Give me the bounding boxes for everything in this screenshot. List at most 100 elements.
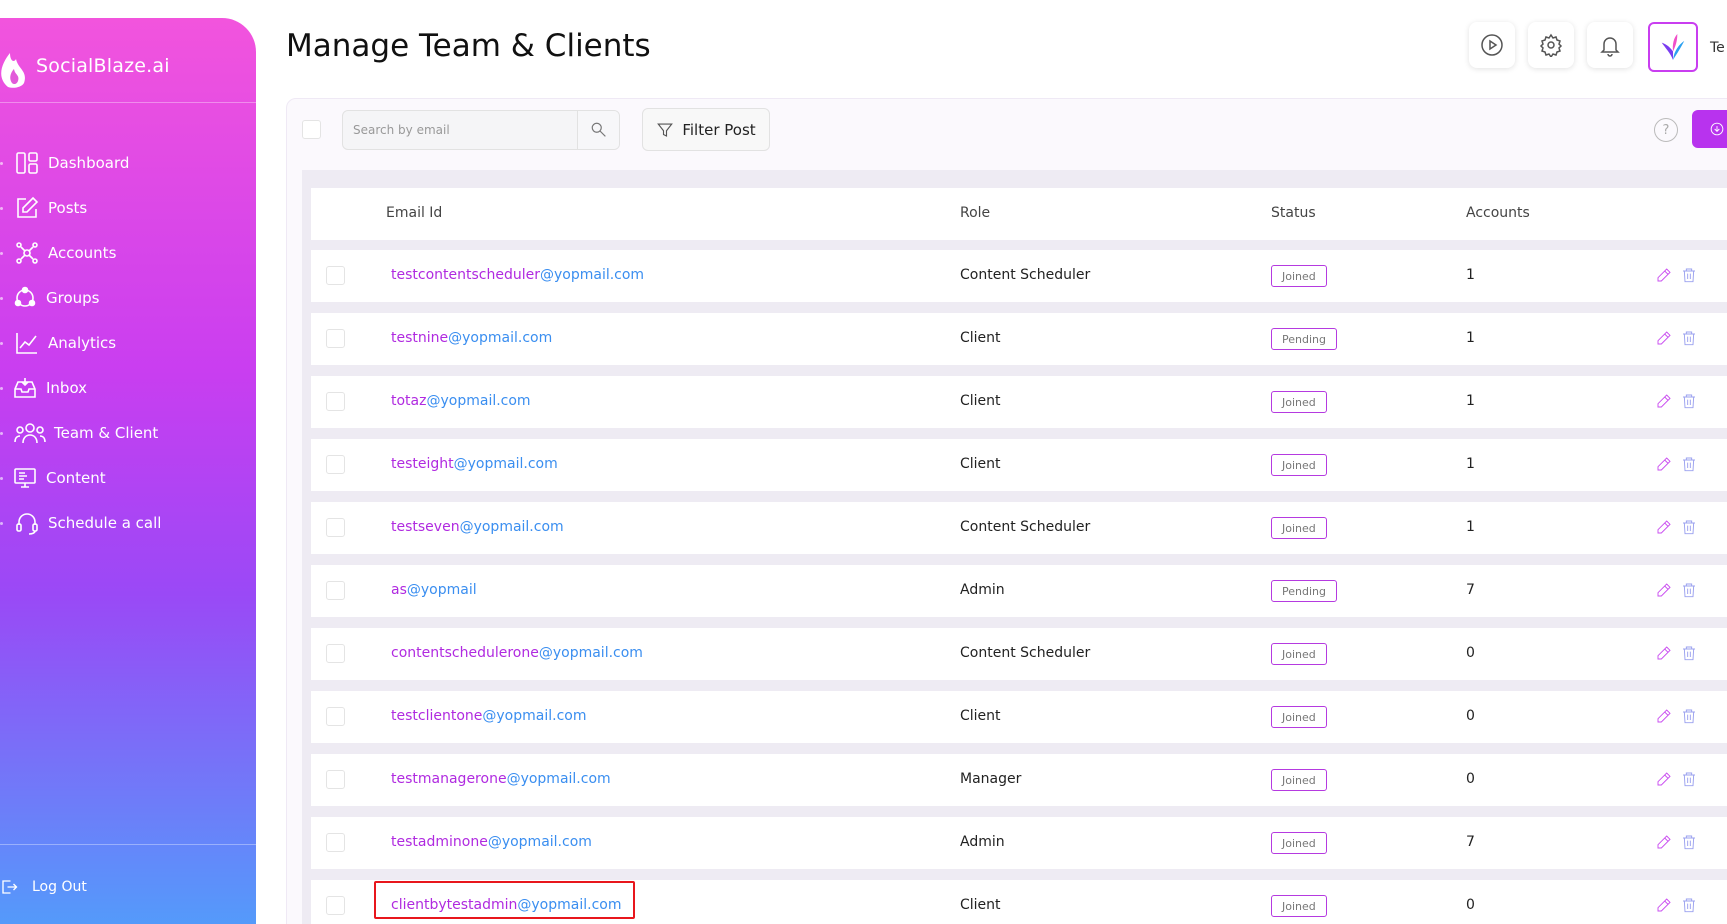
column-header-email[interactable]: Email Id — [386, 205, 442, 221]
accounts-count: 0 — [1466, 645, 1475, 661]
delete-button[interactable] — [1681, 645, 1699, 663]
help-icon[interactable]: ? — [1654, 118, 1678, 142]
delete-button[interactable] — [1681, 330, 1699, 348]
settings-button[interactable] — [1528, 22, 1574, 68]
sidebar-item-label: Posts — [48, 199, 88, 217]
table-row: testcontentscheduler@yopmail.com Content … — [311, 250, 1727, 302]
email-local-part: testnine — [391, 330, 449, 346]
status-badge: Joined — [1271, 895, 1327, 917]
edit-button[interactable] — [1656, 582, 1674, 600]
sidebar-item-groups[interactable]: Groups — [0, 283, 99, 313]
email-link[interactable]: contentschedulerone@yopmail.com — [391, 645, 643, 661]
edit-button[interactable] — [1656, 393, 1674, 411]
accounts-count: 7 — [1466, 834, 1475, 850]
delete-button[interactable] — [1681, 456, 1699, 474]
status-badge: Joined — [1271, 391, 1327, 413]
email-link[interactable]: testclientone@yopmail.com — [391, 708, 586, 724]
filter-post-button[interactable]: Filter Post — [642, 108, 770, 151]
row-checkbox[interactable] — [326, 581, 345, 600]
edit-button[interactable] — [1656, 330, 1674, 348]
email-link[interactable]: clientbytestadmin@yopmail.com — [391, 897, 621, 913]
role-cell: Content Scheduler — [960, 645, 1091, 661]
row-checkbox[interactable] — [326, 644, 345, 663]
edit-button[interactable] — [1656, 267, 1674, 285]
inbox-icon — [12, 375, 38, 401]
email-link[interactable]: testseven@yopmail.com — [391, 519, 564, 535]
delete-button[interactable] — [1681, 834, 1699, 852]
row-checkbox[interactable] — [326, 707, 345, 726]
sidebar-item-analytics[interactable]: Analytics — [0, 328, 116, 358]
brand-name: SocialBlaze.ai — [36, 55, 170, 77]
sidebar-item-content[interactable]: Content — [0, 463, 106, 493]
user-name[interactable]: Te — [1710, 40, 1725, 56]
search-icon — [591, 122, 606, 137]
edit-button[interactable] — [1656, 708, 1674, 726]
column-header-accounts[interactable]: Accounts — [1466, 205, 1530, 221]
row-checkbox[interactable] — [326, 392, 345, 411]
delete-button[interactable] — [1681, 393, 1699, 411]
logout-button[interactable]: Log Out — [0, 878, 87, 896]
email-link[interactable]: testadminone@yopmail.com — [391, 834, 592, 850]
table-row: as@yopmail Admin Pending 7 — [311, 565, 1727, 617]
pencil-icon — [1657, 898, 1671, 912]
row-checkbox[interactable] — [326, 266, 345, 285]
row-checkbox[interactable] — [326, 518, 345, 537]
email-domain-part: @yopmail.com — [506, 771, 611, 787]
sidebar-item-team-client[interactable]: Team & Client — [0, 418, 158, 448]
delete-button[interactable] — [1681, 582, 1699, 600]
edit-button[interactable] — [1656, 834, 1674, 852]
delete-button[interactable] — [1681, 708, 1699, 726]
row-checkbox[interactable] — [326, 770, 345, 789]
table-row: testadminone@yopmail.com Admin Joined 7 — [311, 817, 1727, 869]
gear-icon — [1539, 33, 1563, 57]
email-domain-part: @yopmail.com — [459, 519, 564, 535]
row-checkbox[interactable] — [326, 833, 345, 852]
email-link[interactable]: testeight@yopmail.com — [391, 456, 558, 472]
sidebar-item-inbox[interactable]: Inbox — [0, 373, 87, 403]
sidebar-item-schedule-call[interactable]: Schedule a call — [0, 508, 161, 538]
bell-icon — [1600, 37, 1620, 57]
avatar[interactable] — [1648, 22, 1698, 72]
search-button[interactable] — [577, 111, 619, 149]
delete-button[interactable] — [1681, 267, 1699, 285]
row-checkbox[interactable] — [326, 329, 345, 348]
column-header-status[interactable]: Status — [1271, 205, 1316, 221]
download-button[interactable] — [1692, 110, 1727, 148]
delete-button[interactable] — [1681, 897, 1699, 915]
search-input[interactable] — [343, 111, 577, 149]
select-all-checkbox[interactable] — [302, 120, 321, 139]
row-checkbox[interactable] — [326, 455, 345, 474]
email-link[interactable]: as@yopmail — [391, 582, 477, 598]
email-domain-part: @yopmail.com — [426, 393, 531, 409]
column-header-role[interactable]: Role — [960, 205, 990, 221]
role-cell: Admin — [960, 834, 1005, 850]
status-badge: Pending — [1271, 328, 1337, 350]
notifications-button[interactable] — [1587, 22, 1633, 68]
edit-button[interactable] — [1656, 456, 1674, 474]
delete-button[interactable] — [1681, 771, 1699, 789]
email-local-part: testadminone — [391, 834, 488, 850]
email-local-part: contentschedulerone — [391, 645, 539, 661]
delete-button[interactable] — [1681, 519, 1699, 537]
row-checkbox[interactable] — [326, 896, 345, 915]
network-icon — [14, 240, 40, 266]
tutorial-button[interactable] — [1469, 22, 1515, 68]
email-link[interactable]: testmanagerone@yopmail.com — [391, 771, 611, 787]
role-cell: Client — [960, 897, 1001, 913]
status-badge: Joined — [1271, 265, 1327, 287]
accounts-count: 1 — [1466, 456, 1475, 472]
table-row: testeight@yopmail.com Client Joined 1 — [311, 439, 1727, 491]
pencil-icon — [1657, 835, 1671, 849]
email-link[interactable]: totaz@yopmail.com — [391, 393, 531, 409]
table-row: totaz@yopmail.com Client Joined 1 — [311, 376, 1727, 428]
edit-button[interactable] — [1656, 771, 1674, 789]
email-link[interactable]: testcontentscheduler@yopmail.com — [391, 267, 644, 283]
edit-button[interactable] — [1656, 645, 1674, 663]
email-link[interactable]: testnine@yopmail.com — [391, 330, 552, 346]
sidebar-item-accounts[interactable]: Accounts — [0, 238, 116, 268]
sidebar-item-posts[interactable]: Posts — [0, 193, 87, 223]
edit-button[interactable] — [1656, 519, 1674, 537]
edit-button[interactable] — [1656, 897, 1674, 915]
sidebar-item-dashboard[interactable]: Dashboard — [0, 148, 129, 178]
brand-logo[interactable]: SocialBlaze.ai — [0, 44, 170, 88]
